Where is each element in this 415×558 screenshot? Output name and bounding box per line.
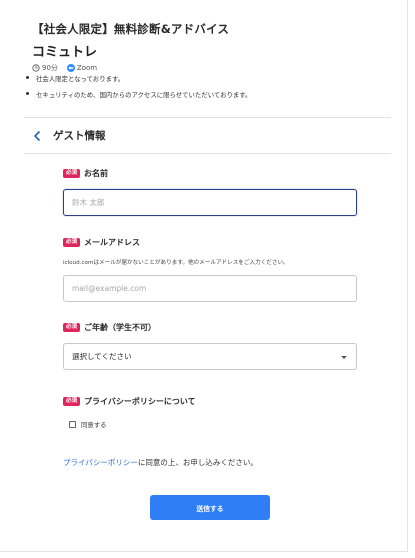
agree-checkbox[interactable] (69, 421, 76, 428)
guest-section-header: ゲスト情報 (33, 128, 106, 143)
divider (24, 117, 391, 118)
privacy-label-text: プライバシーポリシーについて (84, 397, 196, 406)
divider (24, 153, 391, 154)
submit-button[interactable]: 送信する (150, 495, 270, 520)
clock-icon (32, 64, 40, 72)
note-item: セキュリティのため、国内からのアクセスに限らせていただいております。 (24, 90, 251, 99)
caret-down-icon (341, 356, 347, 359)
privacy-label: 必須 プライバシーポリシーについて (63, 396, 196, 407)
required-badge: 必須 (63, 322, 81, 333)
name-input[interactable]: 鈴木 太郎 (63, 189, 357, 216)
age-selected-value: 選択してください (72, 352, 132, 361)
email-label: 必須 メールアドレス (63, 237, 140, 248)
agree-checkbox-row[interactable]: 同意する (69, 420, 107, 429)
event-platform: Zoom (76, 64, 98, 72)
email-input[interactable]: mail@example.com (63, 275, 357, 302)
event-notes: 社会人限定となっております。 セキュリティのため、国内からのアクセスに限らせてい… (24, 74, 251, 106)
note-item: 社会人限定となっております。 (24, 74, 251, 83)
name-label-text: お名前 (84, 169, 109, 178)
required-badge: 必須 (63, 237, 81, 248)
video-camera-icon (66, 64, 75, 72)
required-badge: 必須 (63, 168, 81, 179)
chevron-left-icon[interactable] (33, 130, 42, 142)
guest-section-title: ゲスト情報 (53, 130, 106, 142)
agree-checkbox-label[interactable]: 同意する (81, 420, 107, 429)
event-meta: 90分 Zoom (32, 63, 229, 73)
name-label: 必須 お名前 (63, 168, 108, 179)
privacy-policy-link[interactable]: プライバシーポリシー (63, 458, 138, 467)
required-badge: 必須 (63, 396, 81, 407)
event-header: 【社会人限定】無料診断&アドバイス コミュトレ 90分 Zoom (32, 21, 229, 73)
email-label-text: メールアドレス (84, 238, 141, 247)
age-select[interactable]: 選択してください (63, 343, 357, 370)
age-label-text: ご年齢（学生不可） (84, 323, 157, 332)
name-placeholder: 鈴木 太郎 (72, 198, 105, 207)
booking-panel: 【社会人限定】無料診断&アドバイス コミュトレ 90分 Zoom 社会人限定とな… (0, 0, 408, 552)
event-duration: 90分 (42, 64, 58, 72)
event-title: 【社会人限定】無料診断&アドバイス (32, 22, 230, 36)
privacy-note-text: に同意の上、お申し込みください。 (137, 458, 258, 467)
organizer-name: コミュトレ (32, 45, 98, 60)
privacy-note: プライバシーポリシーに同意の上、お申し込みください。 (63, 457, 258, 468)
email-help-text: icloud.comはメールが届かないことがあります。他のメールアドレスをご入力… (63, 260, 289, 266)
age-label: 必須 ご年齢（学生不可） (63, 322, 156, 333)
email-placeholder: mail@example.com (72, 284, 147, 293)
